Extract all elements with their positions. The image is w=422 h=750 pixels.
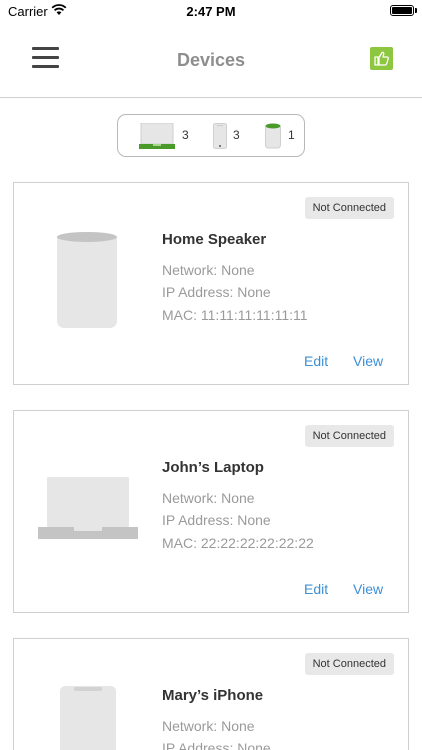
device-name: Home Speaker: [162, 231, 267, 248]
device-type-filter: 3 3 1: [117, 114, 305, 157]
device-mac: MAC: 22:22:22:22:22:22: [162, 535, 314, 551]
device-card[interactable]: Not Connected John’s Laptop Network: Non…: [13, 410, 409, 613]
phone-icon: [213, 123, 227, 149]
device-name: John’s Laptop: [162, 459, 264, 476]
battery-icon: [390, 5, 414, 16]
device-ip: IP Address: None: [162, 740, 271, 750]
status-badge: Not Connected: [304, 197, 394, 219]
view-link[interactable]: View: [353, 581, 383, 597]
filter-laptops[interactable]: 3: [132, 115, 190, 156]
filter-speakers[interactable]: 1: [264, 115, 300, 156]
filter-speakers-count: 1: [288, 128, 295, 142]
device-network: Network: None: [162, 490, 255, 506]
laptop-icon: [38, 477, 138, 539]
device-network: Network: None: [162, 262, 255, 278]
device-card[interactable]: Not Connected Home Speaker Network: None…: [13, 182, 409, 385]
device-ip: IP Address: None: [162, 284, 271, 300]
filter-phones[interactable]: 3: [212, 115, 248, 156]
clock: 2:47 PM: [186, 4, 236, 19]
status-bar: Carrier 2:47 PM: [0, 0, 422, 22]
device-mac: MAC: 11:11:11:11:11:11: [162, 307, 308, 323]
nav-bar: Devices: [0, 22, 422, 98]
device-ip: IP Address: None: [162, 512, 271, 528]
status-badge: Not Connected: [304, 653, 394, 675]
battery-cap: [415, 8, 417, 13]
thumbs-up-icon: [374, 51, 389, 66]
device-name: Mary’s iPhone: [162, 687, 264, 704]
view-link[interactable]: View: [353, 353, 383, 369]
laptop-icon: [139, 123, 175, 149]
page-title: Devices: [176, 50, 246, 70]
filter-phones-count: 3: [233, 128, 240, 142]
edit-link[interactable]: Edit: [304, 581, 328, 597]
status-badge: Not Connected: [304, 425, 394, 447]
filter-laptops-count: 3: [182, 128, 189, 142]
phone-icon: [60, 686, 116, 750]
edit-link[interactable]: Edit: [304, 353, 328, 369]
device-card[interactable]: Not Connected Mary’s iPhone Network: Non…: [13, 638, 409, 750]
thumbs-up-button[interactable]: [370, 47, 393, 70]
speaker-icon: [265, 123, 281, 149]
device-network: Network: None: [162, 718, 255, 734]
speaker-icon: [57, 232, 117, 328]
